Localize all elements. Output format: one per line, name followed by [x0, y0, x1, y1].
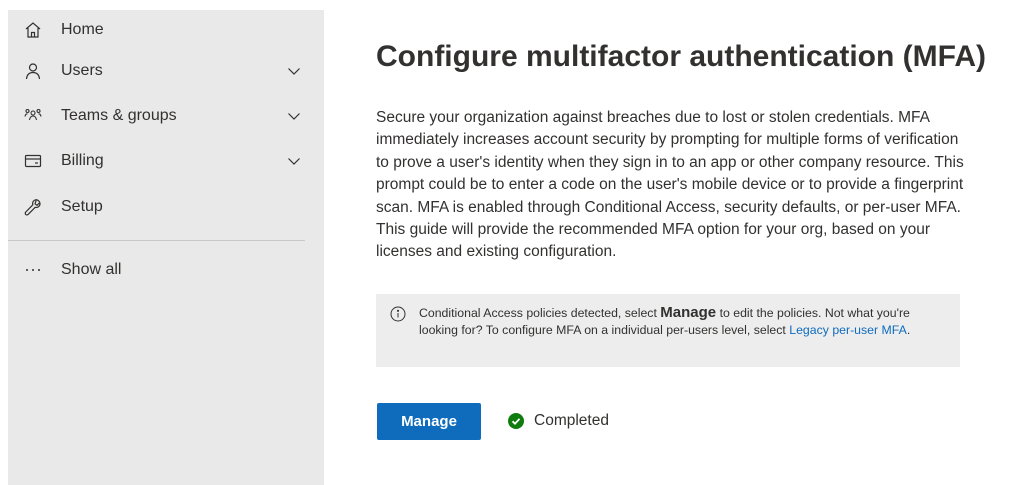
credit-card-icon: [24, 152, 42, 170]
more-horizontal-icon: [24, 261, 42, 279]
sidebar-item-label: Billing: [61, 152, 104, 169]
description-text: Secure your organization against breache…: [376, 109, 964, 261]
chevron-down-icon[interactable]: [286, 153, 302, 169]
sidebar-divider: [8, 240, 305, 241]
status-badge: Completed: [508, 412, 609, 430]
sidebar-item-label: Setup: [61, 198, 103, 215]
sidebar-nav: Home Users Teams & groups Billing Setup …: [8, 10, 324, 485]
status-label: Completed: [534, 412, 609, 429]
sidebar-item-teams-groups[interactable]: Teams & groups: [8, 96, 324, 136]
page-title: Configure multifactor authentication (MF…: [376, 40, 986, 73]
info-text-bold: Manage: [660, 304, 717, 321]
manage-button[interactable]: Manage: [377, 403, 481, 440]
sidebar-item-users[interactable]: Users: [8, 51, 324, 91]
info-icon: [390, 306, 406, 322]
wrench-icon: [24, 198, 42, 216]
info-message-text: Conditional Access policies detected, se…: [419, 304, 941, 339]
sidebar-show-all[interactable]: Show all: [8, 250, 324, 290]
sidebar-item-home[interactable]: Home: [8, 10, 324, 50]
checkmark-circle-icon: [508, 413, 524, 429]
sidebar-item-setup[interactable]: Setup: [8, 187, 324, 227]
people-team-icon: [24, 107, 42, 125]
sidebar-item-label: Teams & groups: [61, 107, 177, 124]
sidebar-item-billing[interactable]: Billing: [8, 141, 324, 181]
legacy-per-user-mfa-link[interactable]: Legacy per-user MFA: [789, 323, 907, 337]
info-text-before: Conditional Access policies detected, se…: [419, 306, 661, 320]
info-message-bar: Conditional Access policies detected, se…: [376, 294, 960, 367]
person-icon: [24, 62, 42, 80]
info-text-end: .: [906, 323, 911, 337]
sidebar-item-label: Users: [61, 62, 103, 79]
home-icon: [24, 21, 42, 39]
chevron-down-icon[interactable]: [286, 108, 302, 124]
show-all-label: Show all: [61, 261, 122, 278]
chevron-down-icon[interactable]: [286, 63, 302, 79]
sidebar-item-label: Home: [61, 21, 104, 38]
